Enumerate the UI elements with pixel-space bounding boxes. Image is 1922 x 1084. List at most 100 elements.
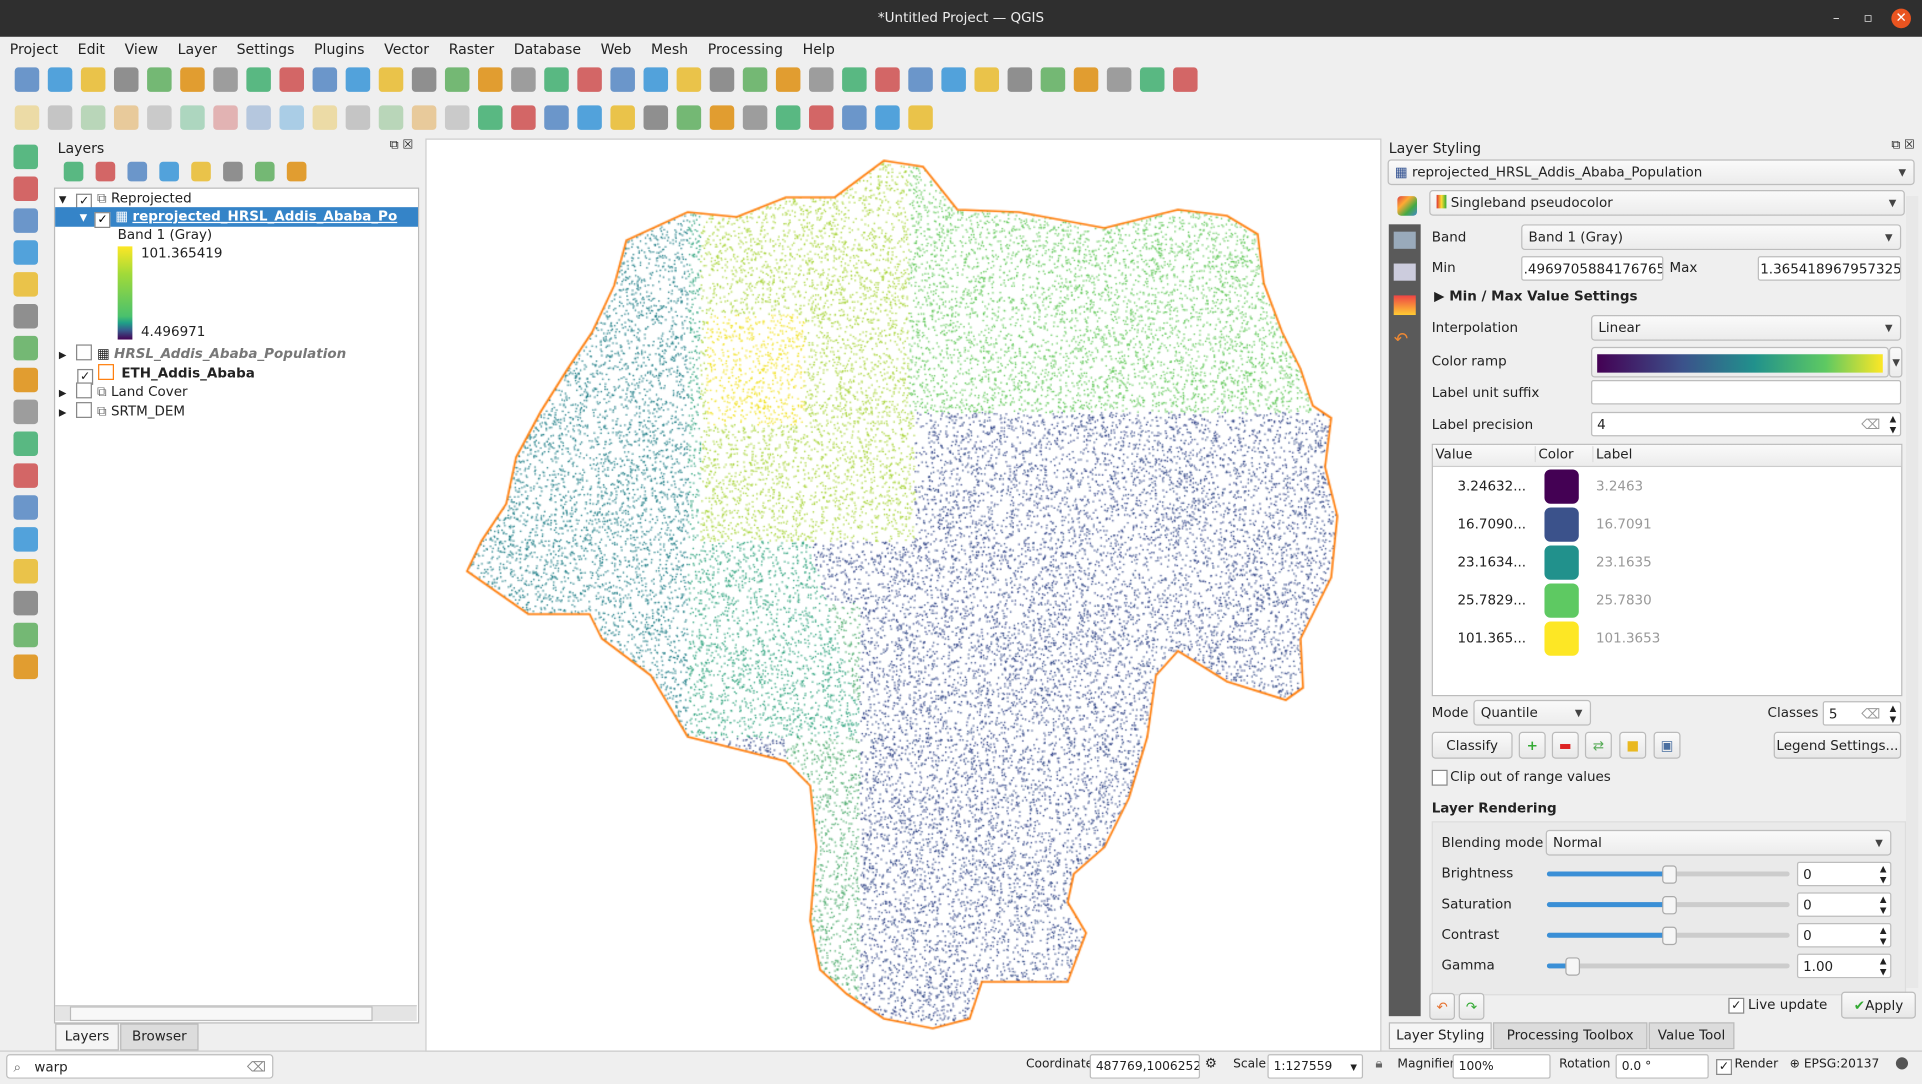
layers-horizontal-scrollbar[interactable] xyxy=(55,1005,417,1022)
toggle-extents-icon[interactable]: ⚙ xyxy=(1205,1055,1217,1071)
layer-group-reprojected[interactable]: ▼ ✓ ⧉ Reprojected xyxy=(59,189,192,210)
panel-float-close-icons[interactable]: ⧉ ☒ xyxy=(1891,139,1915,152)
toolbar-tool-icon[interactable] xyxy=(808,105,833,130)
undo-button[interactable]: ↶ xyxy=(1429,992,1455,1020)
color-ramp-dropdown[interactable]: ▼ xyxy=(1888,346,1903,378)
saturation-spinbox[interactable]: 0 ▲ ▼ xyxy=(1796,892,1892,917)
toolbar-tool-icon[interactable] xyxy=(47,105,72,130)
class-label[interactable]: 25.7830 xyxy=(1596,592,1652,608)
class-label[interactable]: 16.7091 xyxy=(1596,516,1652,532)
menu-view[interactable]: View xyxy=(115,40,168,57)
toolbar-tool-icon[interactable] xyxy=(278,67,304,92)
toolbar-tool-icon[interactable] xyxy=(874,67,900,92)
scale-select[interactable]: 1:127559 ▼ xyxy=(1267,1054,1364,1079)
color-class-row[interactable]: 25.7829... 25.7830 xyxy=(1433,582,1899,619)
toolbar-tool-icon[interactable] xyxy=(874,105,900,130)
render-checkbox[interactable]: ✓ xyxy=(1716,1059,1733,1076)
class-color-swatch[interactable] xyxy=(1544,545,1579,580)
toolbar-tool-icon[interactable] xyxy=(378,67,403,92)
history-icon[interactable]: ↶ xyxy=(1394,330,1416,350)
lock-scale-icon[interactable]: 🔒︎ xyxy=(1375,1055,1382,1072)
toolbar-tool-icon[interactable] xyxy=(146,67,171,92)
toolbar-tool-icon[interactable] xyxy=(742,67,767,92)
color-class-row[interactable]: 3.24632... 3.2463 xyxy=(1433,468,1899,505)
toolbar-tool-icon[interactable] xyxy=(642,67,668,92)
toolbar-tool-icon[interactable] xyxy=(510,67,536,92)
toolbar-tool-icon[interactable] xyxy=(841,105,867,130)
toolbar-tool-icon[interactable] xyxy=(80,67,105,92)
toolbar-tool-icon[interactable] xyxy=(973,67,999,92)
toolbar-tool-icon[interactable] xyxy=(1139,67,1164,92)
mode-select[interactable]: Quantile ▼ xyxy=(1473,699,1592,726)
load-colormap-button[interactable]: ■ xyxy=(1619,731,1647,759)
class-value[interactable]: 16.7090... xyxy=(1457,516,1526,532)
toolbar-tool-icon[interactable] xyxy=(212,105,238,130)
apply-button[interactable]: ✔Apply xyxy=(1841,991,1916,1019)
layer-selector[interactable]: ▦ reprojected_HRSL_Addis_Ababa_Populatio… xyxy=(1387,159,1915,186)
transparency-icon[interactable] xyxy=(1393,231,1416,249)
menu-layer[interactable]: Layer xyxy=(168,40,227,57)
layer-checkbox[interactable]: ✓ xyxy=(94,212,111,228)
toolbar-tool-icon[interactable] xyxy=(543,105,569,130)
toolbar-tool-icon[interactable] xyxy=(907,105,933,130)
column-color[interactable]: Color xyxy=(1534,446,1574,463)
toolbar-tool-icon[interactable] xyxy=(13,272,38,297)
class-color-swatch[interactable] xyxy=(1544,621,1579,656)
gamma-slider[interactable] xyxy=(1546,957,1790,976)
brightness-slider[interactable] xyxy=(1546,865,1790,884)
styling-vertical-scrollbar[interactable] xyxy=(1906,196,1919,988)
layer-reprojected-hrsl[interactable]: ▼ ✓ ▦ reprojected_HRSL_Addis_Ababa_Po xyxy=(55,207,418,228)
toolbar-tool-icon[interactable] xyxy=(543,67,569,92)
toolbar-tool-icon[interactable] xyxy=(13,431,38,456)
menu-plugins[interactable]: Plugins xyxy=(304,40,374,57)
menu-vector[interactable]: Vector xyxy=(374,40,439,57)
layer-group-srtm-dem[interactable]: ▶ ⧉ SRTM_DEM xyxy=(59,400,185,419)
menu-settings[interactable]: Settings xyxy=(227,40,304,57)
menu-edit[interactable]: Edit xyxy=(68,40,115,57)
unit-suffix-input[interactable] xyxy=(1591,379,1902,405)
toolbar-tool-icon[interactable] xyxy=(13,590,38,616)
toolbar-tool-icon[interactable] xyxy=(179,67,205,92)
toolbar-tool-icon[interactable] xyxy=(158,161,179,182)
toolbar-tool-icon[interactable] xyxy=(14,105,39,130)
toolbar-tool-icon[interactable] xyxy=(378,105,403,130)
population-raster-map[interactable] xyxy=(426,139,1381,1051)
toolbar-tool-icon[interactable] xyxy=(146,105,171,130)
toolbar-tool-icon[interactable] xyxy=(609,67,635,92)
toolbar-tool-icon[interactable] xyxy=(63,161,83,182)
toolbar-tool-icon[interactable] xyxy=(13,622,38,648)
class-color-swatch[interactable] xyxy=(1544,469,1579,504)
toolbar-tool-icon[interactable] xyxy=(13,495,38,520)
pyramids-icon[interactable] xyxy=(1393,295,1416,316)
class-label[interactable]: 3.2463 xyxy=(1596,478,1643,494)
toolbar-tool-icon[interactable] xyxy=(775,105,800,130)
messages-icon[interactable]: ● xyxy=(1895,1054,1909,1072)
toolbar-tool-icon[interactable] xyxy=(1006,67,1032,92)
toolbar-tool-icon[interactable] xyxy=(13,144,38,170)
toolbar-tool-icon[interactable] xyxy=(13,240,38,265)
renderer-type-select[interactable]: Singleband pseudocolor ▼ xyxy=(1429,189,1905,216)
toolbar-tool-icon[interactable] xyxy=(13,303,38,329)
toolbar-tool-icon[interactable] xyxy=(411,67,436,92)
toolbar-tool-icon[interactable] xyxy=(13,654,38,680)
layer-eth-addis-ababa[interactable]: ✓ ETH_Addis_Ababa xyxy=(59,362,255,385)
class-label[interactable]: 23.1635 xyxy=(1596,554,1652,570)
toolbar-tool-icon[interactable] xyxy=(510,105,536,130)
coordinate-input[interactable]: 487769,1006252 xyxy=(1089,1054,1201,1079)
tab-processing-toolbox[interactable]: Processing Toolbox xyxy=(1492,1022,1648,1050)
minimize-button[interactable]: – xyxy=(1826,9,1846,29)
layer-checkbox[interactable] xyxy=(76,402,93,418)
layer-checkbox[interactable] xyxy=(76,382,93,399)
blending-select[interactable]: Normal ▼ xyxy=(1545,829,1892,856)
color-class-row[interactable]: 23.1634... 23.1635 xyxy=(1433,544,1899,581)
class-value[interactable]: 23.1634... xyxy=(1457,554,1526,570)
toolbar-tool-icon[interactable] xyxy=(13,208,38,233)
toolbar-tool-icon[interactable] xyxy=(254,161,274,182)
brightness-spinbox[interactable]: 0 ▲ ▼ xyxy=(1796,861,1892,887)
toolbar-tool-icon[interactable] xyxy=(245,105,271,130)
saturation-slider[interactable] xyxy=(1546,896,1790,915)
toolbar-tool-icon[interactable] xyxy=(80,105,105,130)
tab-layer-styling[interactable]: Layer Styling xyxy=(1388,1022,1492,1050)
toolbar-tool-icon[interactable] xyxy=(444,67,469,92)
toolbar-tool-icon[interactable] xyxy=(311,67,337,92)
